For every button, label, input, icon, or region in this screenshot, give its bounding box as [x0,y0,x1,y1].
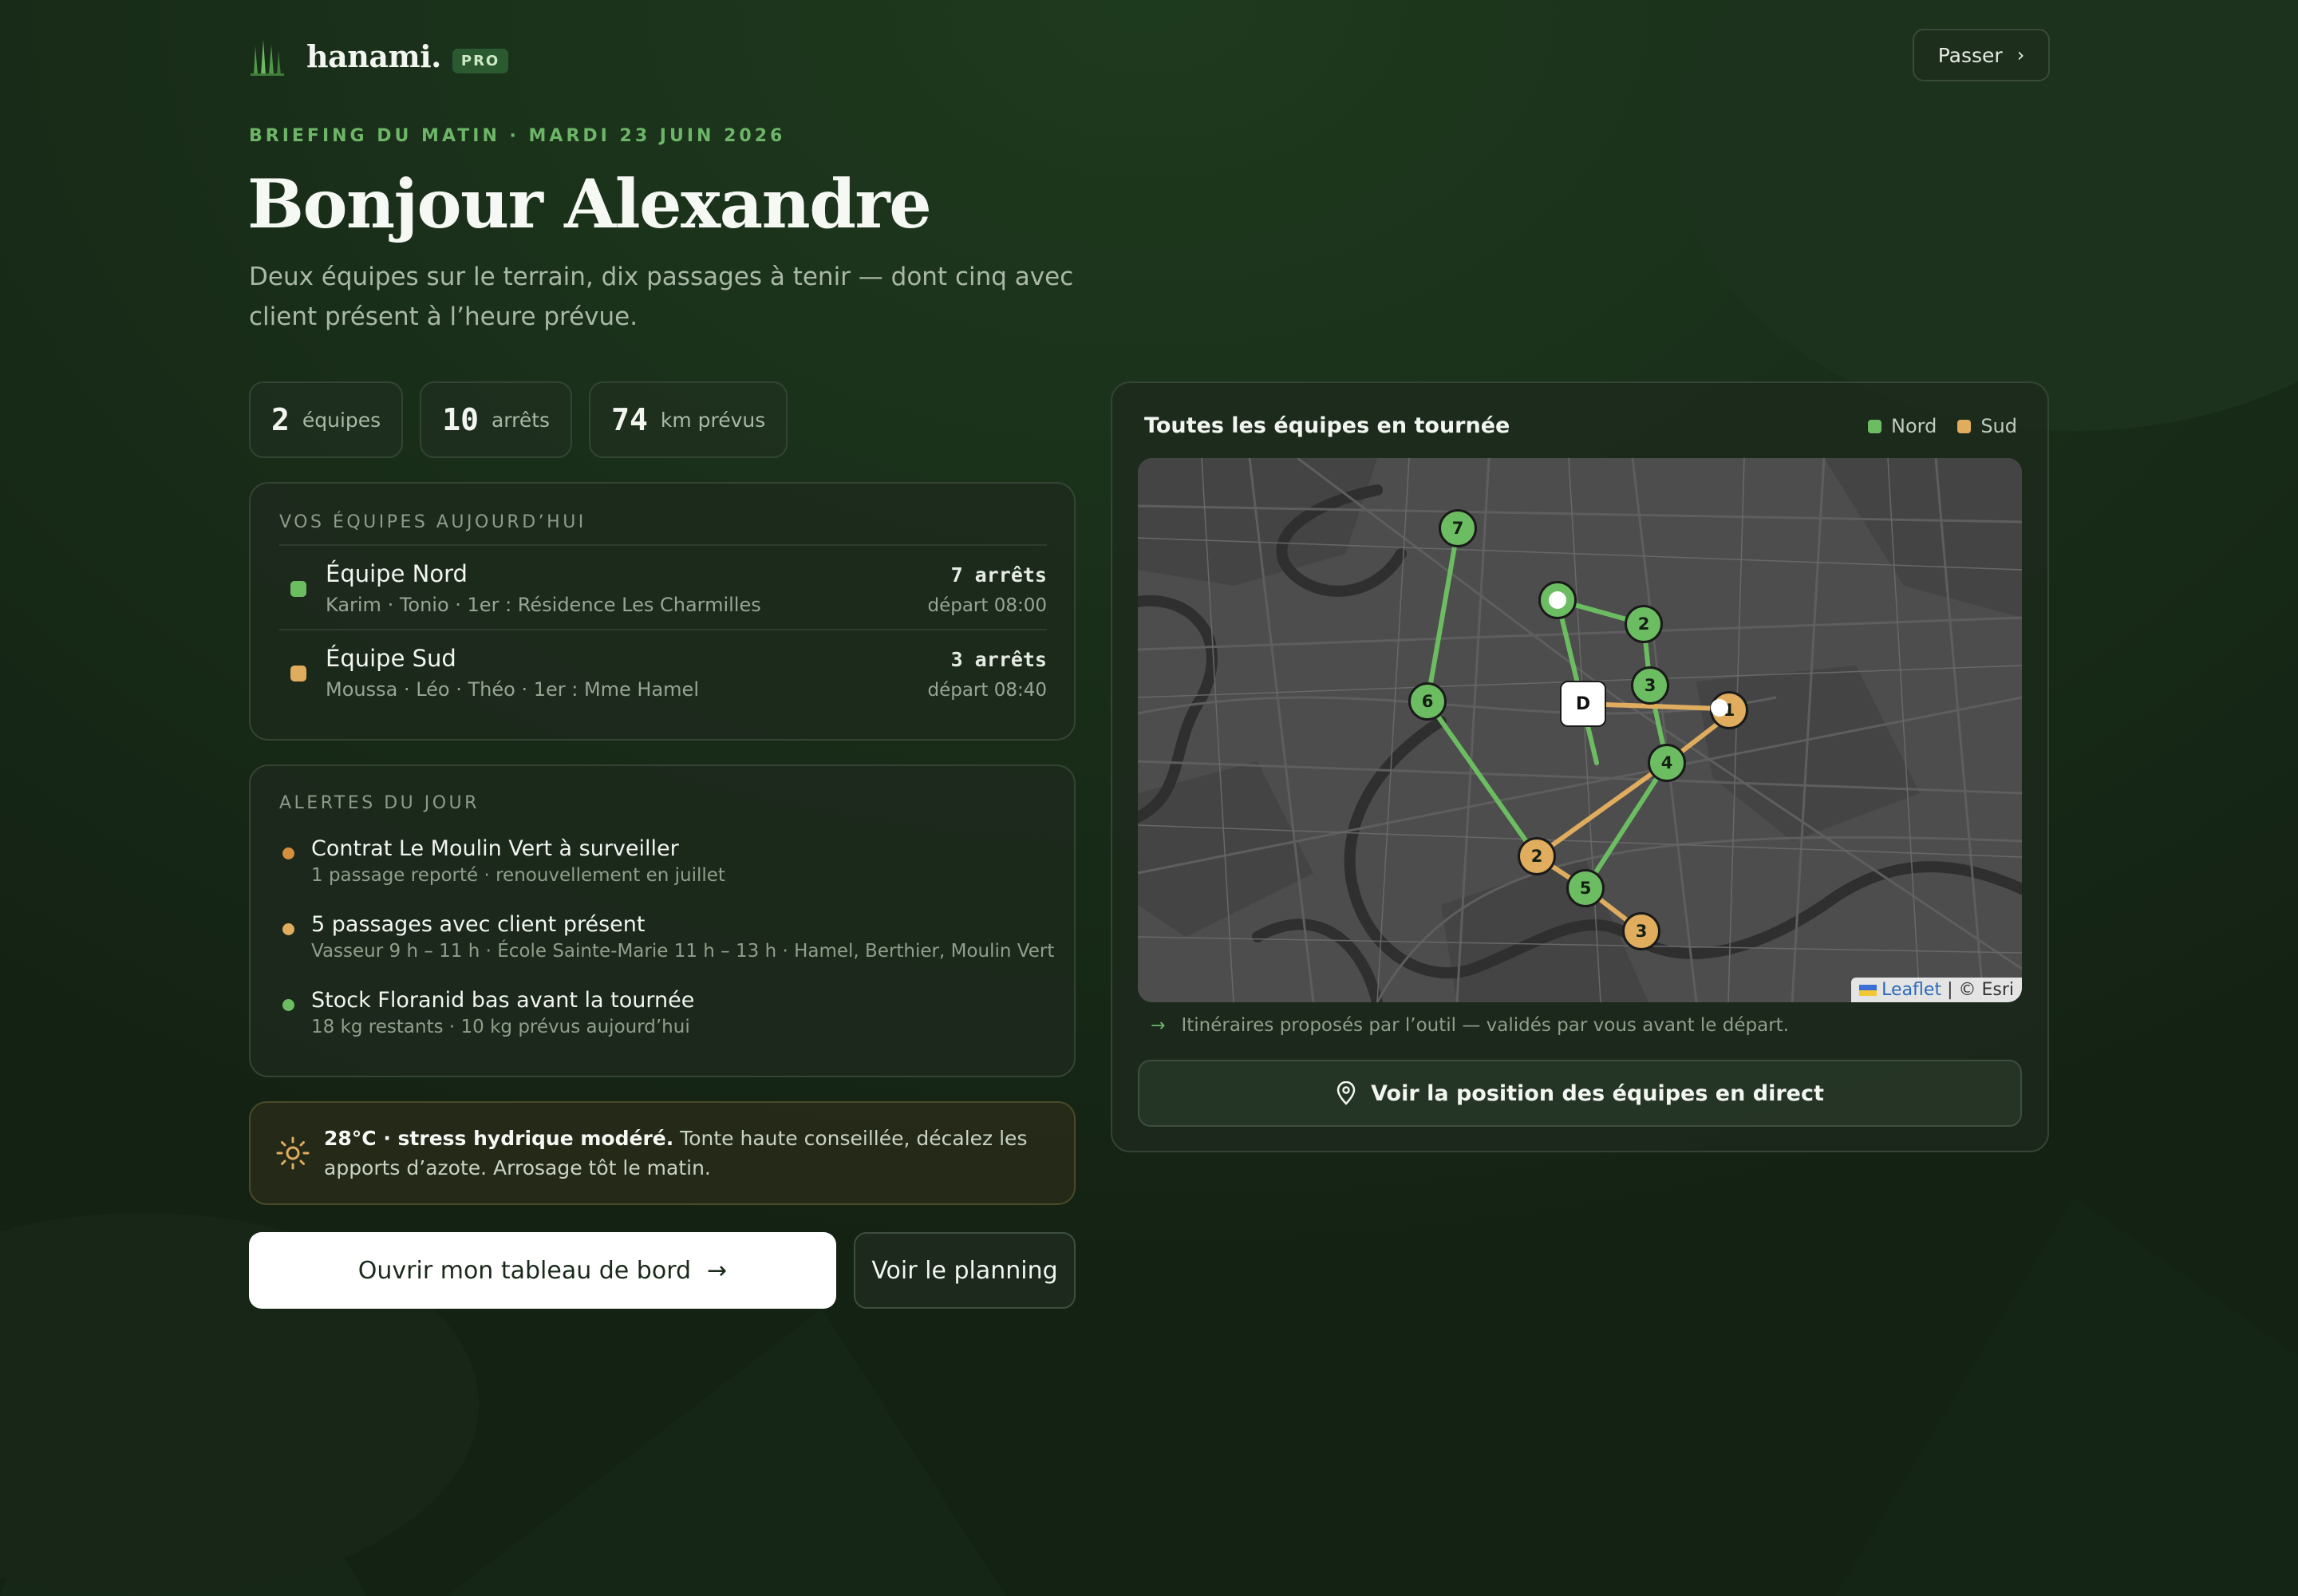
stat-value: 2 [271,402,290,437]
alert-title: Contrat Le Moulin Vert à surveiller [311,836,679,861]
team-row-sud[interactable]: Équipe Sud Moussa · Léo · Théo · 1er : M… [279,629,1047,713]
live-position-marker[interactable] [1711,699,1728,717]
alerts-heading: ALERTES DU JOUR [279,793,480,813]
teams-card: VOS ÉQUIPES AUJOURD’HUI Équipe Nord Kari… [249,482,1076,741]
stat-label: km prévus [660,408,766,432]
pro-badge: PRO [452,48,509,73]
team-members: Moussa · Léo · Théo · 1er : Mme Hamel [326,678,699,701]
alert-title: 5 passages avec client présent [311,912,646,937]
leaflet-link[interactable]: Leaflet [1881,980,1941,1000]
alert-dot [282,847,294,859]
nord-stop-6[interactable]: 6 [1408,682,1447,721]
map-title: Toutes les équipes en tournée [1144,413,1510,438]
legend-swatch [1957,419,1972,433]
alerts-card: ALERTES DU JOUR Contrat Le Moulin Vert à… [249,764,1076,1077]
chevron-right-icon: › [2016,44,2025,66]
brand-name: hanami. [306,38,441,74]
team-stops: 7 arrêts [950,563,1047,587]
nord-stop-5[interactable]: 5 [1566,869,1605,907]
stats-row: 2 équipes 10 arrêts 74 km prévus [249,381,788,458]
brand-logo[interactable]: hanami. PRO [249,32,509,80]
alert-dot [282,923,294,935]
team-color-dot [290,666,306,681]
alert-detail: 1 passage reporté · renouvellement en ju… [311,865,725,886]
team-departure: départ 08:40 [927,680,1047,701]
legend-item-nord: Nord [1867,415,1937,437]
map-legend: Nord Sud [1847,415,2017,437]
stat-teams: 2 équipes [249,381,404,458]
weather-text: 28°C · stress hydrique modéré. Tonte hau… [324,1124,1058,1183]
team-departure: départ 08:00 [927,595,1047,616]
legend-swatch [1867,419,1881,433]
team-stops: 3 arrêts [950,648,1047,671]
team-members: Karim · Tonio · 1er : Résidence Les Char… [326,594,761,616]
stat-label: équipes [302,408,381,432]
legend-label: Sud [1980,415,2017,437]
alert-title: Stock Floranid bas avant la tournée [311,988,695,1013]
map-note-text: Itinéraires proposés par l’outil — valid… [1181,1015,1789,1036]
nord-stop-7[interactable]: 7 [1439,509,1477,547]
location-pin-icon [1337,1081,1356,1105]
team-row-nord[interactable]: Équipe Nord Karim · Tonio · 1er : Réside… [279,544,1047,629]
alert-dot [282,999,294,1011]
attribution-text: | © Esri [1947,980,2014,1000]
alert-detail: 18 kg restants · 10 kg prévus aujourd’hu… [311,1017,690,1037]
stat-distance: 74 km prévus [589,381,788,458]
weather-card: 28°C · stress hydrique modéré. Tonte hau… [249,1101,1076,1205]
grass-logo-icon [251,40,284,76]
ukraine-flag-icon [1859,985,1877,996]
sud-stop-3[interactable]: 3 [1622,912,1660,950]
page-subtitle: Deux équipes sur le terrain, dix passage… [249,263,1074,331]
view-planning-label: Voir le planning [871,1256,1058,1285]
weather-headline: 28°C · stress hydrique modéré. [324,1127,674,1150]
live-position-label: Voir la position des équipes en direct [1371,1080,1824,1106]
open-dashboard-button[interactable]: Ouvrir mon tableau de bord → [249,1232,836,1309]
arrow-right-icon: → [1151,1015,1166,1036]
open-dashboard-label: Ouvrir mon tableau de bord [357,1256,692,1285]
stat-label: arrêts [491,408,551,432]
stat-stops: 10 arrêts [420,381,573,458]
nord-stop-3[interactable]: 3 [1631,666,1669,705]
nord-stop-4[interactable]: 4 [1648,744,1686,782]
map-card: Toutes les équipes en tournée Nord Sud D… [1111,381,2049,1152]
map-attribution: Leaflet | © Esri [1851,978,2022,1002]
team-color-dot [290,581,306,597]
sun-icon [276,1136,310,1170]
live-position-marker[interactable] [1549,591,1566,609]
nord-stop-2[interactable]: 2 [1625,605,1663,643]
stat-value: 10 [442,402,479,437]
depot-marker[interactable]: D [1562,682,1605,725]
route-map[interactable]: D 7 2 3 4 5 6 1 2 3 Leaflet | © Esri [1138,458,2022,1002]
teams-heading: VOS ÉQUIPES AUJOURD’HUI [279,512,586,532]
briefing-date: BRIEFING DU MATIN · MARDI 23 JUIN 2026 [249,126,786,146]
view-planning-button[interactable]: Voir le planning [854,1232,1076,1309]
legend-label: Nord [1890,415,1937,437]
alert-detail: Vasseur 9 h – 11 h · École Sainte-Marie … [311,941,1055,962]
sud-stop-2[interactable]: 2 [1518,837,1556,875]
skip-label: Passer [1937,43,2003,67]
skip-button[interactable]: Passer › [1913,29,2050,81]
map-tiles [1138,458,2022,1002]
legend-item-sud: Sud [1957,415,2017,437]
team-name: Équipe Sud [326,645,456,672]
live-position-button[interactable]: Voir la position des équipes en direct [1138,1060,2022,1127]
map-note: → Itinéraires proposés par l’outil — val… [1151,1015,1789,1036]
team-name: Équipe Nord [326,560,468,587]
page-title: Bonjour Alexandre [247,164,932,243]
stat-value: 74 [611,402,648,437]
arrow-right-icon: → [707,1256,728,1285]
